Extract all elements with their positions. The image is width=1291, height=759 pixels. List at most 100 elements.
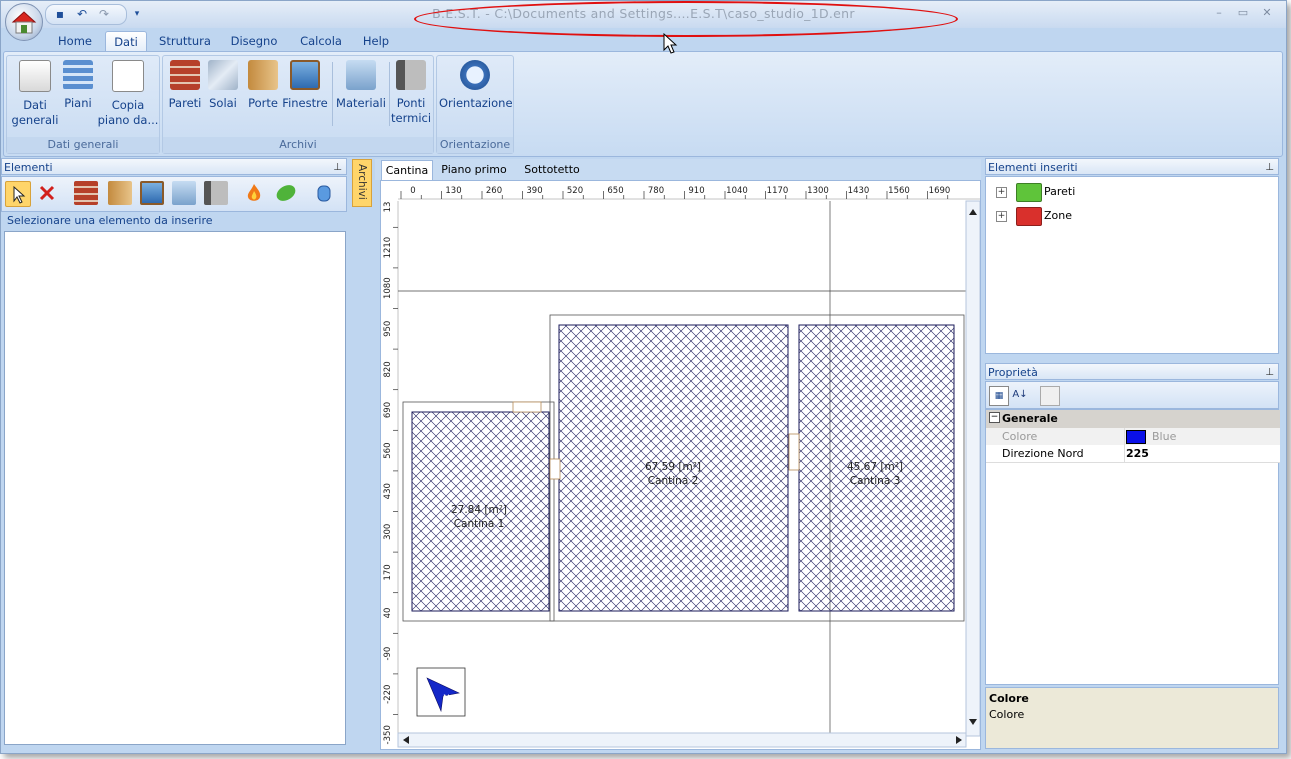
application-menu-button[interactable]: [5, 3, 43, 41]
ruler-x-label: 1430: [848, 186, 870, 196]
doc-tab-cantina[interactable]: Cantina: [381, 160, 433, 180]
room-name-label: Cantina 2: [648, 475, 699, 487]
tree-item-zone[interactable]: Zone: [1044, 209, 1072, 222]
insert-door-button[interactable]: [108, 181, 132, 205]
layers-icon: [63, 60, 93, 90]
tab-help[interactable]: Help: [356, 31, 396, 51]
delete-x-icon: [39, 185, 55, 201]
tree-item-pareti[interactable]: Pareti: [1044, 185, 1075, 198]
folder-icon: [1016, 183, 1042, 202]
copy-page-icon: [112, 60, 144, 92]
ruler-y-label: 690: [383, 402, 393, 418]
ponti-termici-button[interactable]: Ponti termici: [391, 58, 431, 132]
title-bar: ▪ ↶ ↷ ▾ B.E.S.T. - C:\Documents and Sett…: [1, 1, 1286, 37]
ruler-x-label: 1040: [726, 186, 748, 196]
pin-icon[interactable]: ⊥: [333, 159, 342, 176]
drawing-canvas[interactable]: 0 130 260 390 520 650 780 910 1040 1170 1300 1430 15…: [380, 180, 981, 750]
database-button[interactable]: [312, 181, 336, 205]
doc-tab-sottotetto[interactable]: Sottotetto: [521, 160, 583, 179]
finestre-button[interactable]: Finestre: [281, 58, 329, 132]
property-help-text: Colore: [989, 708, 1025, 721]
categorized-button[interactable]: ▦: [989, 386, 1009, 406]
restore-button[interactable]: ▭: [1233, 5, 1253, 21]
materials-icon: [346, 60, 376, 90]
ribbon-group-label: Archivi: [163, 137, 433, 153]
pareti-button[interactable]: Pareti: [165, 58, 205, 132]
ruler-x-label: 0: [410, 186, 415, 196]
elementi-panel-header: Elementi ⊥: [1, 158, 347, 175]
tab-home[interactable]: Home: [52, 31, 98, 51]
ruler-x-label: 650: [607, 186, 623, 196]
materiali-button[interactable]: Materiali: [335, 58, 387, 132]
ruler-x-label: 260: [486, 186, 502, 196]
ribbon-separator: [389, 62, 390, 126]
property-pages-button[interactable]: [1040, 386, 1060, 406]
tab-struttura[interactable]: Struttura: [155, 31, 215, 51]
ruler-x-label: 390: [526, 186, 542, 196]
ruler-x-label: 780: [648, 186, 664, 196]
leaf-icon: [276, 185, 296, 201]
property-row-direzione-nord[interactable]: Direzione Nord 225: [986, 445, 1280, 463]
properties-toolbar: ▦ A↓: [985, 381, 1279, 409]
color-swatch: [1126, 430, 1146, 444]
property-grid: − Generale Colore Blue Direzione Nord 22…: [985, 409, 1280, 685]
insert-thermal-bridge-button[interactable]: [204, 181, 228, 205]
porte-button[interactable]: Porte: [243, 58, 283, 132]
ruler-x-label: 1690: [929, 186, 951, 196]
ruler-y-label: 40: [383, 608, 393, 619]
room-name-label: Cantina 3: [850, 475, 901, 487]
ribbon-group-label: Dati generali: [7, 137, 159, 153]
database-icon: [317, 185, 331, 202]
property-help-panel: Colore Colore: [985, 687, 1279, 749]
pin-icon[interactable]: ⊥: [1265, 364, 1274, 381]
expand-toggle[interactable]: +: [996, 211, 1007, 222]
doc-tab-piano-primo[interactable]: Piano primo: [439, 160, 509, 179]
tab-calcola[interactable]: Calcola: [293, 31, 349, 51]
insert-wall-button[interactable]: [74, 181, 98, 205]
window-icon: [290, 60, 320, 90]
archivi-side-tab[interactable]: Archivi: [352, 159, 372, 207]
menu-tabs: Home Dati Struttura Disegno Calcola Help: [1, 28, 1286, 52]
tab-disegno[interactable]: Disegno: [224, 31, 284, 51]
property-section: − Generale: [986, 410, 1280, 428]
ruler-x-label: 910: [688, 186, 704, 196]
elementi-toolbar: [1, 176, 347, 212]
elementi-list[interactable]: [4, 231, 346, 745]
piani-button[interactable]: Piani: [57, 58, 99, 132]
delete-button[interactable]: [35, 181, 59, 205]
copia-piano-button[interactable]: Copia piano da...: [97, 58, 159, 132]
insert-green-button[interactable]: [274, 181, 298, 205]
collapse-toggle[interactable]: −: [989, 412, 1000, 423]
select-pointer-button[interactable]: [5, 181, 31, 207]
house-icon: [11, 11, 37, 34]
ribbon-group-archivi: Pareti Solai Porte Finestre Materiali Po…: [162, 55, 434, 154]
insert-window-button[interactable]: [140, 181, 164, 205]
fire-icon: [247, 184, 261, 201]
ribbon-group-label: Orientazione: [437, 137, 513, 153]
insert-zone-button[interactable]: [172, 181, 196, 205]
room-name-label: Cantina 1: [454, 518, 505, 530]
app-window: ▪ ↶ ↷ ▾ B.E.S.T. - C:\Documents and Sett…: [0, 0, 1287, 754]
minimize-button[interactable]: –: [1209, 5, 1229, 21]
tab-dati[interactable]: Dati: [105, 31, 147, 52]
insert-heat-source-button[interactable]: [242, 181, 266, 205]
ribbon-group-orientazione: Orientazione Orientazione: [436, 55, 514, 154]
mouse-cursor-icon: [663, 33, 678, 54]
expand-toggle[interactable]: +: [996, 187, 1007, 198]
property-row-colore[interactable]: Colore Blue: [986, 428, 1280, 446]
room-area-label: 45.67 [m²]: [847, 461, 903, 473]
solai-button[interactable]: Solai: [205, 58, 241, 132]
ruler-y-label: 430: [383, 483, 393, 499]
compass-icon: [460, 60, 490, 90]
edit-document-icon: [19, 60, 51, 92]
close-button[interactable]: ✕: [1257, 5, 1277, 21]
pin-icon[interactable]: ⊥: [1265, 159, 1274, 176]
elementi-inseriti-header: Elementi inseriti ⊥: [985, 158, 1279, 175]
ruler-y-label: -90: [383, 647, 393, 661]
ribbon-separator: [332, 62, 333, 126]
ruler-y-label: 300: [383, 524, 393, 540]
alphabetical-button[interactable]: A↓: [1011, 386, 1029, 404]
dati-generali-button[interactable]: Dati generali: [9, 58, 61, 132]
orientazione-button[interactable]: Orientazione: [439, 58, 513, 132]
room-area-label: 27.84 [m²]: [451, 504, 507, 516]
